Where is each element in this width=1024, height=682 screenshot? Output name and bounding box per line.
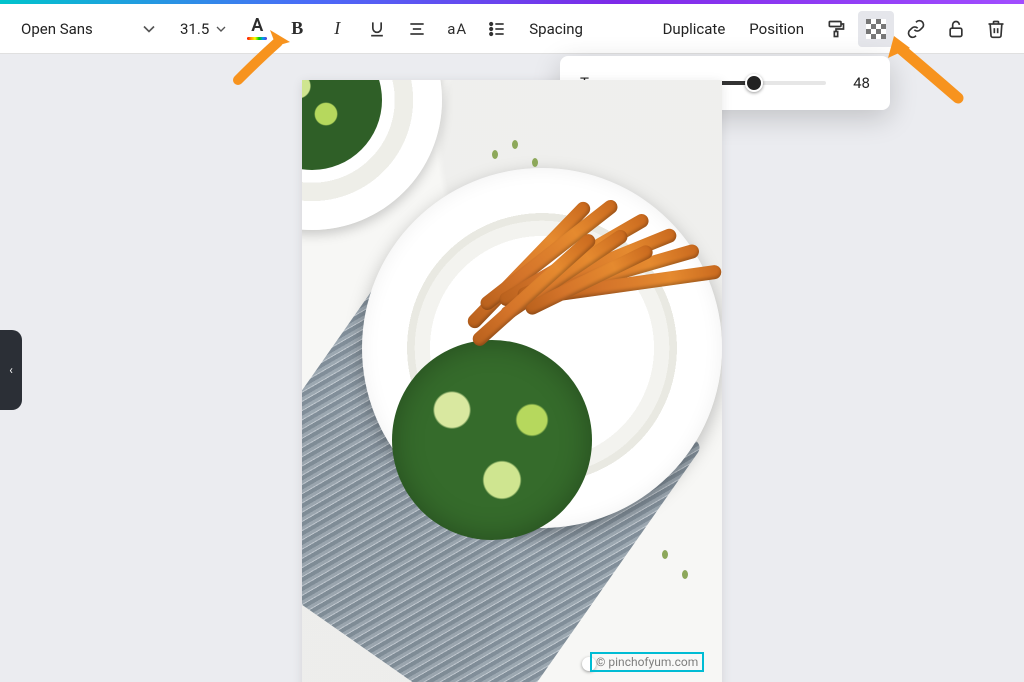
- italic-icon: I: [334, 18, 340, 39]
- design-page[interactable]: © pinchofyum.com: [302, 80, 722, 682]
- rainbow-underline-icon: [247, 37, 267, 40]
- link-icon: [906, 19, 926, 39]
- bold-icon: B: [291, 18, 303, 39]
- lock-button[interactable]: [938, 11, 974, 47]
- seed-graphic: [662, 550, 668, 559]
- spacing-button[interactable]: Spacing: [519, 11, 593, 47]
- list-icon: [487, 19, 507, 39]
- position-label: Position: [749, 20, 804, 38]
- text-case-icon: aA: [447, 20, 467, 38]
- font-size-value: 31.5: [180, 20, 209, 38]
- underline-icon: [367, 19, 387, 39]
- link-button[interactable]: [898, 11, 934, 47]
- list-button[interactable]: [479, 11, 515, 47]
- align-center-icon: [407, 19, 427, 39]
- font-family-select[interactable]: Open Sans: [10, 11, 170, 47]
- canvas-area: © pinchofyum.com: [0, 54, 1024, 682]
- chevron-down-icon: [213, 21, 229, 37]
- watermark-text: © pinchofyum.com: [596, 655, 698, 669]
- seed-graphic: [682, 570, 688, 579]
- position-button[interactable]: Position: [739, 11, 814, 47]
- sweet-potato-fries-graphic: [512, 170, 722, 380]
- underline-button[interactable]: [359, 11, 395, 47]
- alignment-button[interactable]: [399, 11, 435, 47]
- text-color-button[interactable]: A: [239, 11, 275, 47]
- font-size-select[interactable]: 31.5: [174, 20, 235, 38]
- delete-button[interactable]: [978, 11, 1014, 47]
- duplicate-label: Duplicate: [663, 20, 726, 38]
- chevron-down-icon: [139, 19, 159, 39]
- text-toolbar: Open Sans 31.5 A B I aA Spacing Duplicat…: [0, 4, 1024, 54]
- checkerboard-icon: [866, 19, 886, 39]
- seed-graphic: [512, 140, 518, 149]
- trash-icon: [986, 19, 1006, 39]
- transparency-button[interactable]: [858, 11, 894, 47]
- duplicate-button[interactable]: Duplicate: [653, 11, 736, 47]
- text-color-a-icon: A: [251, 17, 263, 35]
- copy-style-button[interactable]: [818, 11, 854, 47]
- seed-graphic: [532, 158, 538, 167]
- unlock-icon: [946, 19, 966, 39]
- paint-roller-icon: [826, 19, 846, 39]
- seed-graphic: [492, 150, 498, 159]
- spacing-label: Spacing: [529, 20, 583, 38]
- font-family-value: Open Sans: [21, 20, 93, 38]
- text-case-button[interactable]: aA: [439, 11, 475, 47]
- bold-button[interactable]: B: [279, 11, 315, 47]
- italic-button[interactable]: I: [319, 11, 355, 47]
- watermark-text-element[interactable]: © pinchofyum.com: [590, 652, 704, 672]
